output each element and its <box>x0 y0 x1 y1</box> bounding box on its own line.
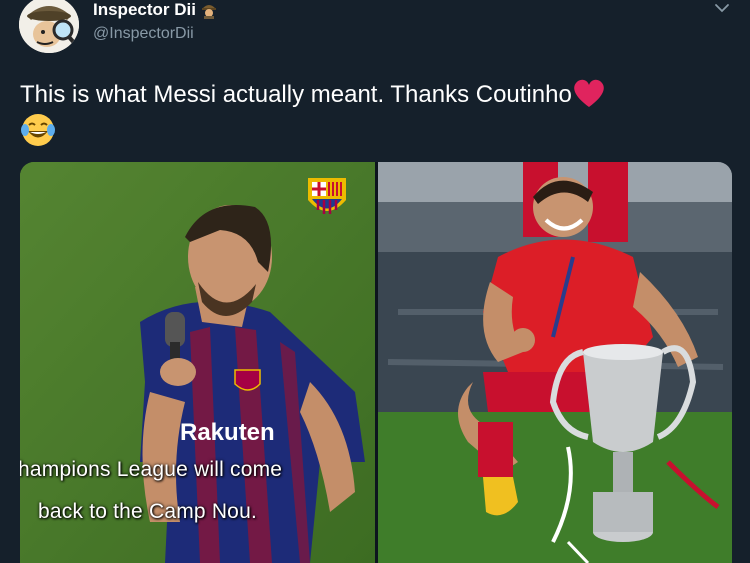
tweet-text: This is what Messi actually meant. Thank… <box>20 78 730 148</box>
coutinho-photo[interactable] <box>378 162 732 563</box>
avatar[interactable] <box>19 0 79 53</box>
red-heart-icon <box>572 78 606 108</box>
chevron-down-icon[interactable] <box>712 0 732 18</box>
display-name[interactable]: Inspector Dii <box>93 0 218 20</box>
user-handle[interactable]: @InspectorDii <box>93 25 194 43</box>
detective-emoji-icon <box>200 1 218 19</box>
subtitle-line-2: back to the Camp Nou. <box>38 500 257 523</box>
messi-photo[interactable]: Rakuten hampions League will come back t… <box>20 162 375 563</box>
tweet-media[interactable]: Rakuten hampions League will come back t… <box>20 162 732 563</box>
display-name-text: Inspector Dii <box>93 0 196 19</box>
tweet-header: Inspector Dii @InspectorDii <box>0 0 750 60</box>
subtitle-line-1: hampions League will come <box>20 458 283 481</box>
jersey-sponsor: Rakuten <box>180 419 275 446</box>
tears-of-joy-icon <box>20 112 56 148</box>
tweet-text-content: This is what Messi actually meant. Thank… <box>20 81 572 108</box>
